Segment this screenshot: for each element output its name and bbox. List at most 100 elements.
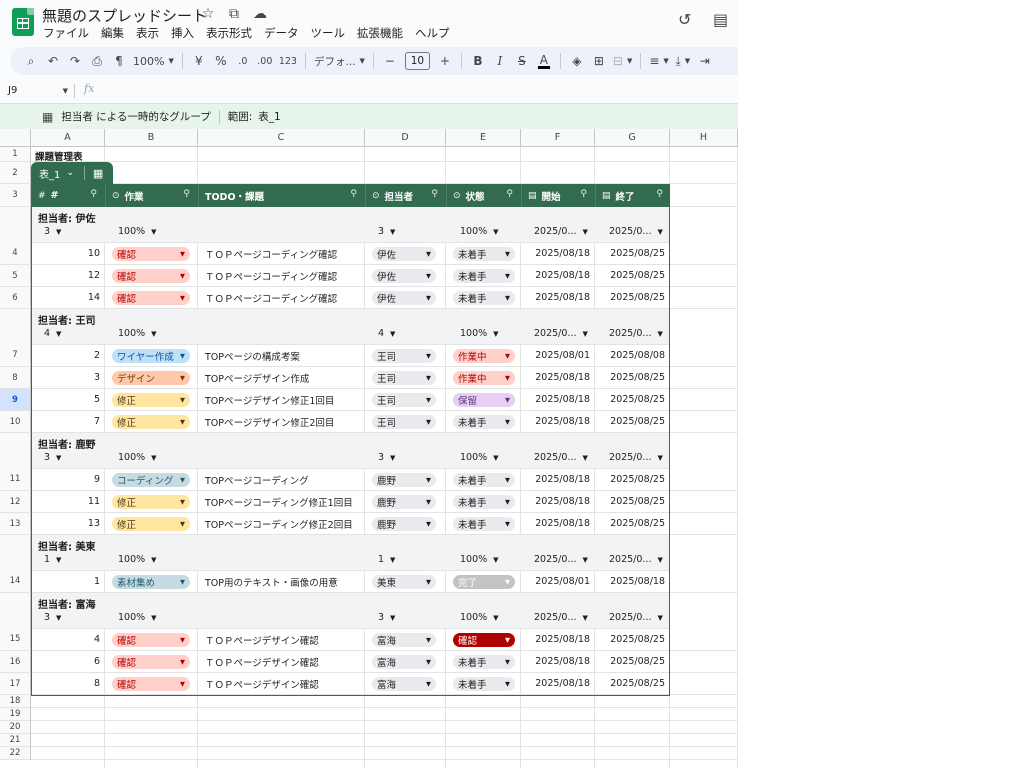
table-row[interactable]: 9 コーディング ▼ TOPページコーディング 鹿野 ▼ 未着手 ▼ 2025/08/18 202… xyxy=(32,469,669,491)
task-chip[interactable]: 修正 ▼ xyxy=(112,494,190,509)
table-name[interactable]: 表_1 xyxy=(39,166,60,181)
end-date-cell[interactable]: 2025/08/18 xyxy=(610,576,665,587)
status-chip[interactable]: 未着手 ▼ xyxy=(453,516,515,531)
dropdown-arrow-icon[interactable]: ▼ xyxy=(505,476,510,484)
table-row[interactable]: 3 デザイン ▼ TOPページデザイン作成 王司 ▼ 作業中 ▼ 2025/08/18 2025/… xyxy=(32,367,669,389)
dropdown-arrow-icon[interactable]: ▼ xyxy=(180,636,185,644)
task-chip[interactable]: 修正 ▼ xyxy=(112,414,190,429)
table-view-icon[interactable]: ▦ xyxy=(93,167,103,180)
id-cell[interactable]: 13 xyxy=(88,518,100,529)
dropdown-arrow-icon[interactable]: ▼ xyxy=(151,228,156,236)
column-header[interactable]: B xyxy=(105,129,198,147)
table-row[interactable]: 4 確認 ▼ ＴＯＰページデザイン確認 富海 ▼ 確認 ▼ 2025/08/18 2025/08/… xyxy=(32,629,669,651)
redo-icon[interactable]: ↷ xyxy=(64,50,86,72)
row-header[interactable]: 2 xyxy=(0,162,31,184)
dropdown-arrow-icon[interactable]: ▼ xyxy=(426,658,431,666)
dropdown-arrow-icon[interactable]: ▼ xyxy=(426,272,431,280)
dropdown-arrow-icon[interactable]: ▼ xyxy=(582,454,587,462)
zoom-select[interactable]: 100% ▼ xyxy=(130,50,177,72)
dropdown-arrow-icon[interactable]: ▼ xyxy=(151,330,156,338)
task-chip[interactable]: 確認 ▼ xyxy=(112,632,190,647)
id-cell[interactable]: 10 xyxy=(88,248,100,259)
sheet-title-cell[interactable]: 課題管理表 xyxy=(35,149,83,163)
row-header[interactable]: 6 xyxy=(0,287,31,309)
row-header[interactable]: 11 xyxy=(0,433,31,491)
task-chip[interactable]: 確認 ▼ xyxy=(112,268,190,283)
end-date-cell[interactable]: 2025/08/25 xyxy=(610,248,665,259)
row-header[interactable]: 19 xyxy=(0,708,31,721)
todo-cell[interactable]: TOPページデザイン修正1回目 xyxy=(205,393,334,407)
start-date-cell[interactable]: 2025/08/18 xyxy=(535,656,590,667)
dropdown-arrow-icon[interactable]: ▼ xyxy=(505,396,510,404)
end-date-cell[interactable]: 2025/08/25 xyxy=(610,656,665,667)
table-row[interactable]: 12 確認 ▼ ＴＯＰページコーディング確認 伊佐 ▼ 未着手 ▼ 2025/08/18 2025… xyxy=(32,265,669,287)
increase-decimal-button[interactable]: .00 xyxy=(254,50,276,72)
dropdown-arrow-icon[interactable]: ▼ xyxy=(56,556,61,564)
group-label[interactable]: 担当者: 美東 xyxy=(38,538,95,553)
print-icon[interactable]: ⎙ xyxy=(86,50,108,72)
status-chip[interactable]: 未着手 ▼ xyxy=(453,246,515,261)
bold-button[interactable]: B xyxy=(467,50,489,72)
dropdown-arrow-icon[interactable]: ▼ xyxy=(180,680,185,688)
owner-chip[interactable]: 伊佐 ▼ xyxy=(372,268,436,283)
id-cell[interactable]: 11 xyxy=(88,496,100,507)
dropdown-arrow-icon[interactable]: ▼ xyxy=(426,476,431,484)
italic-button[interactable]: I xyxy=(489,50,511,72)
font-size-increase-icon[interactable]: + xyxy=(434,50,456,72)
dropdown-arrow-icon[interactable]: ▼ xyxy=(657,454,662,462)
cloud-status-icon[interactable]: ☁ xyxy=(252,6,268,22)
group-aggregate-end[interactable]: 2025/0... ▼ xyxy=(609,226,663,237)
status-chip[interactable]: 未着手 ▼ xyxy=(453,414,515,429)
group-aggregate-end[interactable]: 2025/0... ▼ xyxy=(609,328,663,339)
id-cell[interactable]: 12 xyxy=(88,270,100,281)
group-aggregate-task-pct[interactable]: 100% ▼ xyxy=(118,226,157,237)
task-chip[interactable]: 確認 ▼ xyxy=(112,676,190,691)
group-aggregate-end[interactable]: 2025/0... ▼ xyxy=(609,452,663,463)
table-row[interactable]: 1 素材集め ▼ TOP用のテキスト・画像の用意 美東 ▼ 完了 ▼ 2025/08/01 202… xyxy=(32,571,669,593)
dropdown-arrow-icon[interactable]: ▼ xyxy=(505,498,510,506)
column-header[interactable]: G xyxy=(595,129,670,147)
dropdown-arrow-icon[interactable]: ▼ xyxy=(505,294,510,302)
dropdown-arrow-icon[interactable]: ▼ xyxy=(180,418,185,426)
table-row[interactable]: 2 ワイヤー作成 ▼ TOPページの構成考案 王司 ▼ 作業中 ▼ 2025/08/01 2025… xyxy=(32,345,669,367)
group-aggregate-owner-count[interactable]: 4 ▼ xyxy=(378,328,395,339)
group-aggregate-start[interactable]: 2025/0... ▼ xyxy=(534,328,588,339)
owner-chip[interactable]: 鹿野 ▼ xyxy=(372,472,436,487)
dropdown-arrow-icon[interactable]: ▼ xyxy=(180,374,185,382)
task-chip[interactable]: 修正 ▼ xyxy=(112,516,190,531)
status-chip[interactable]: 確認 ▼ xyxy=(453,632,515,647)
id-cell[interactable]: 7 xyxy=(94,416,100,427)
todo-cell[interactable]: TOPページデザイン修正2回目 xyxy=(205,415,334,429)
todo-cell[interactable]: ＴＯＰページデザイン確認 xyxy=(205,655,319,669)
fill-color-icon[interactable]: ◈ xyxy=(566,50,588,72)
dropdown-arrow-icon[interactable]: ▼ xyxy=(426,374,431,382)
start-date-cell[interactable]: 2025/08/18 xyxy=(535,416,590,427)
group-aggregate-owner-count[interactable]: 3 ▼ xyxy=(378,452,395,463)
dropdown-arrow-icon[interactable]: ▼ xyxy=(180,578,185,586)
more-formats-button[interactable]: 123 xyxy=(276,50,300,72)
menu-item[interactable]: ツール xyxy=(311,25,346,41)
group-aggregate-start[interactable]: 2025/0... ▼ xyxy=(534,226,588,237)
row-header[interactable]: 9 xyxy=(0,389,31,411)
dropdown-arrow-icon[interactable]: ▼ xyxy=(390,556,395,564)
select-all-corner[interactable] xyxy=(0,129,31,147)
header-start[interactable]: ▤ 開始 ⚲ xyxy=(522,184,596,207)
start-date-cell[interactable]: 2025/08/18 xyxy=(535,248,590,259)
search-menus-icon[interactable]: ⌕ xyxy=(20,50,42,72)
version-history-icon[interactable]: ↺ xyxy=(678,10,691,29)
dropdown-arrow-icon[interactable]: ▼ xyxy=(426,250,431,258)
dropdown-arrow-icon[interactable]: ▼ xyxy=(426,636,431,644)
group-aggregate-count[interactable]: 3 ▼ xyxy=(44,226,61,237)
dropdown-arrow-icon[interactable]: ▼ xyxy=(426,396,431,404)
id-cell[interactable]: 9 xyxy=(94,474,100,485)
id-cell[interactable]: 4 xyxy=(94,634,100,645)
dropdown-arrow-icon[interactable]: ▼ xyxy=(151,454,156,462)
dropdown-arrow-icon[interactable]: ▼ xyxy=(56,454,61,462)
strikethrough-icon[interactable]: S xyxy=(511,50,533,72)
end-date-cell[interactable]: 2025/08/08 xyxy=(610,350,665,361)
start-date-cell[interactable]: 2025/08/18 xyxy=(535,474,590,485)
currency-format-button[interactable]: ¥ xyxy=(188,50,210,72)
owner-chip[interactable]: 富海 ▼ xyxy=(372,632,436,647)
menu-item[interactable]: 編集 xyxy=(101,25,124,41)
todo-cell[interactable]: TOPページコーディング修正2回目 xyxy=(205,517,353,531)
